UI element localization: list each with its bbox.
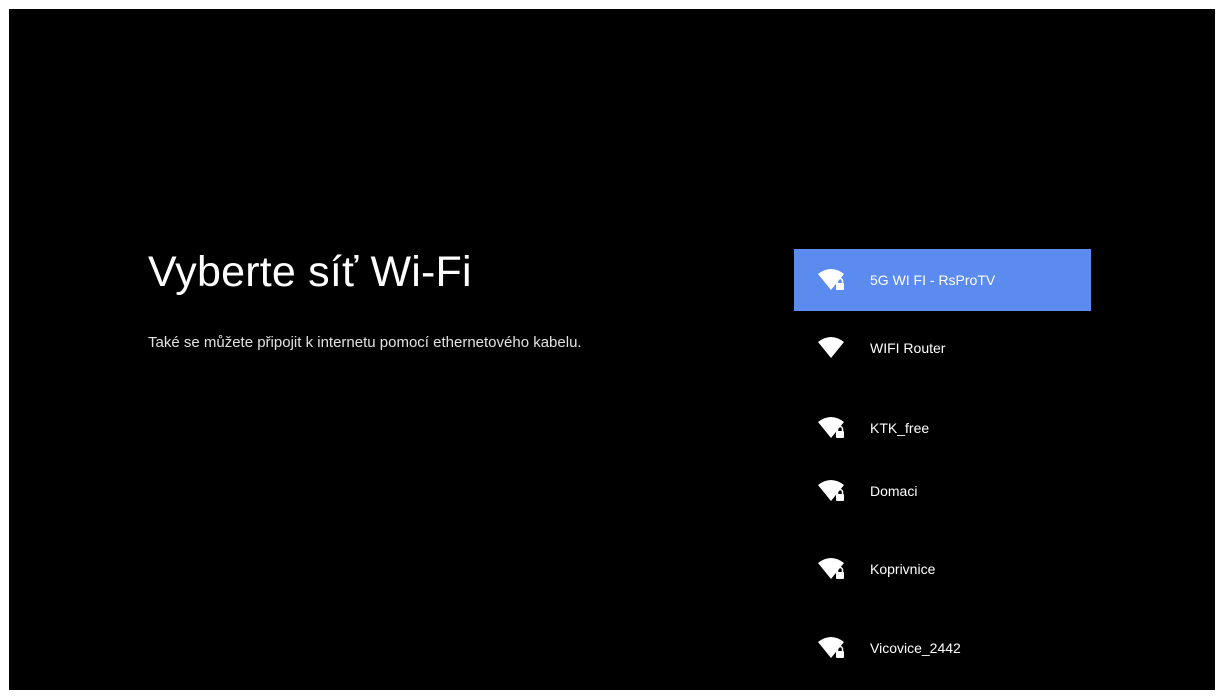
network-item[interactable]: Domaci (794, 460, 1091, 522)
page-subtitle: Také se můžete připojit k internetu pomo… (148, 334, 582, 351)
wifi-lock-icon (816, 416, 846, 440)
wifi-lock-icon (816, 479, 846, 503)
network-item[interactable]: Vicovice_2442 (794, 617, 1091, 679)
network-item[interactable]: KTK_free (794, 397, 1091, 459)
network-name: Vicovice_2442 (870, 640, 961, 656)
wifi-lock-icon (816, 268, 846, 292)
network-item[interactable]: Koprivnice (794, 538, 1091, 600)
network-name: WIFI Router (870, 340, 946, 356)
wifi-icon (816, 336, 846, 360)
network-name: 5G WI FI - RsProTV (870, 272, 996, 288)
wifi-setup-screen: Vyberte síť Wi-Fi Také se můžete připoji… (9, 9, 1215, 690)
wifi-lock-icon (816, 636, 846, 660)
wifi-lock-icon (816, 557, 846, 581)
network-item[interactable]: WIFI Router (794, 317, 1091, 379)
network-name: Koprivnice (870, 561, 936, 577)
network-name: Domaci (870, 483, 918, 499)
page-title: Vyberte síť Wi-Fi (148, 248, 472, 296)
network-name: KTK_free (870, 420, 930, 436)
network-item[interactable]: 5G WI FI - RsProTV (794, 249, 1091, 311)
